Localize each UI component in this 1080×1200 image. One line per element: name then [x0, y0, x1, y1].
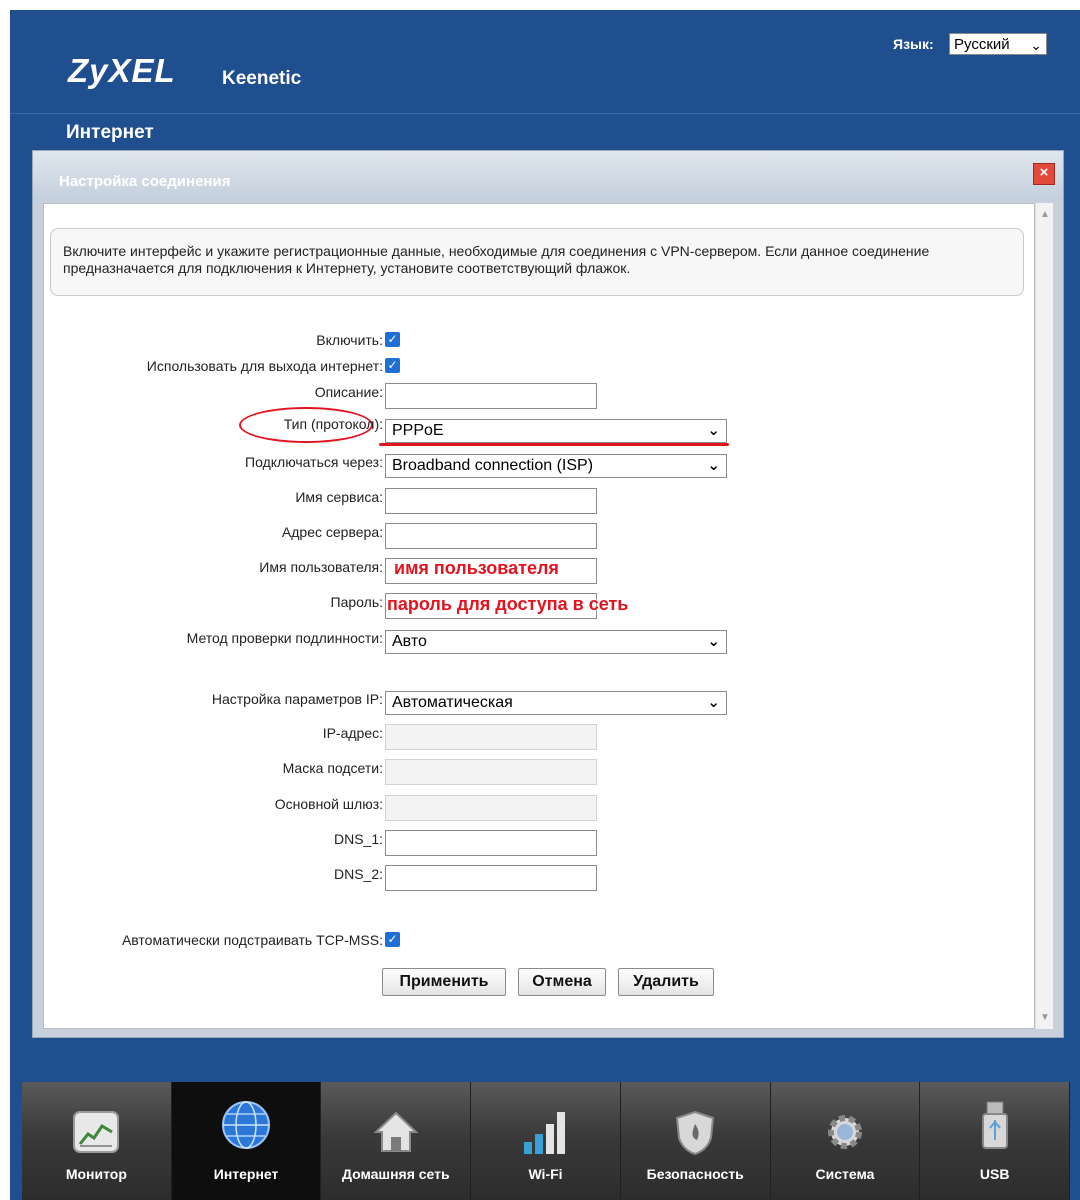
- dns2-label: DNS_2:: [333, 866, 383, 882]
- use-internet-checkbox[interactable]: ✓: [385, 358, 400, 373]
- auth-method-select[interactable]: Авто ⌄: [385, 630, 727, 654]
- auth-method-label: Метод проверки подлинности:: [186, 630, 383, 646]
- chevron-down-icon: ⌄: [707, 422, 720, 439]
- type-select-value: PPPoE: [392, 422, 444, 439]
- connect-via-select[interactable]: Broadband connection (ISP) ⌄: [385, 454, 727, 478]
- nav-item-usb[interactable]: USB: [920, 1082, 1071, 1200]
- chevron-down-icon: ⌄: [1030, 37, 1042, 53]
- nav-item-home-network[interactable]: Домашняя сеть: [321, 1082, 472, 1200]
- service-name-input[interactable]: [385, 488, 597, 514]
- description-label: Описание:: [314, 384, 383, 400]
- nav-item-wifi[interactable]: Wi-Fi: [471, 1082, 621, 1200]
- cancel-button[interactable]: Отмена: [518, 968, 606, 996]
- zyxel-logo: ZyXEL: [68, 52, 176, 89]
- password-label: Пароль:: [330, 594, 383, 610]
- nav-item-label: Система: [815, 1166, 875, 1182]
- page-title: Интернет: [66, 122, 154, 143]
- dialog-scrollbar[interactable]: ▲ ▼: [1035, 203, 1053, 1029]
- subnet-mask-input: [385, 759, 597, 785]
- gateway-label: Основной шлюз:: [274, 796, 383, 812]
- dialog-body: Включите интерфейс и укажите регистрацио…: [43, 203, 1035, 1029]
- language-select-value: Русский: [954, 36, 1010, 53]
- signal-bars-icon: [523, 1112, 565, 1154]
- description-input[interactable]: [385, 383, 597, 409]
- nav-item-security[interactable]: Безопасность: [620, 1082, 771, 1200]
- username-label: Имя пользователя:: [259, 559, 383, 575]
- enable-checkbox[interactable]: ✓: [385, 332, 400, 347]
- bottom-nav: Монитор Интернет Домашняя сеть Wi-Fi Без…: [22, 1082, 1071, 1200]
- language-select[interactable]: Русский ⌄: [949, 33, 1047, 55]
- dialog-title: Настройка соединения: [59, 173, 231, 190]
- type-select[interactable]: PPPoE ⌄: [385, 419, 727, 443]
- nav-item-label: Домашняя сеть: [341, 1166, 450, 1182]
- chevron-down-icon: ⌄: [707, 457, 720, 474]
- connect-via-select-value: Broadband connection (ISP): [392, 457, 594, 474]
- close-icon[interactable]: ×: [1033, 163, 1055, 185]
- password-annotation: пароль для доступа в сеть: [387, 594, 629, 614]
- tcp-mss-checkbox[interactable]: ✓: [385, 932, 400, 947]
- nav-item-label: USB: [979, 1166, 1010, 1182]
- enable-label: Включить:: [316, 332, 383, 348]
- dns1-label: DNS_1:: [333, 831, 383, 847]
- info-box: Включите интерфейс и укажите регистрацио…: [50, 228, 1024, 296]
- ip-settings-select-value: Автоматическая: [392, 694, 513, 711]
- nav-item-label: Интернет: [213, 1166, 279, 1182]
- nav-item-label: Безопасность: [646, 1166, 744, 1182]
- home-icon: [373, 1111, 419, 1152]
- ip-address-label: IP-адрес:: [322, 725, 383, 741]
- monitor-chart-icon: [73, 1111, 120, 1153]
- username-annotation: имя пользователя: [394, 558, 559, 578]
- nav-item-label: Монитор: [65, 1166, 127, 1182]
- ip-address-input: [385, 724, 597, 750]
- dns1-input[interactable]: [385, 830, 597, 856]
- scroll-down-icon[interactable]: ▼: [1040, 1012, 1050, 1023]
- chevron-down-icon: ⌄: [707, 633, 720, 650]
- server-address-label: Адрес сервера:: [281, 524, 383, 540]
- chevron-down-icon: ⌄: [707, 694, 720, 711]
- tcp-mss-label: Автоматически подстраивать TCP-MSS:: [121, 932, 383, 948]
- usb-drive-icon: [981, 1101, 1008, 1149]
- connect-via-label: Подключаться через:: [245, 454, 383, 470]
- nav-item-label: Wi-Fi: [528, 1166, 563, 1182]
- globe-icon: [222, 1101, 271, 1149]
- app-frame: ZyXEL Keenetic Язык: Русский ⌄ Интернет …: [10, 10, 1080, 1200]
- connection-settings-dialog: Настройка соединения × Включите интерфей…: [32, 150, 1064, 1038]
- apply-button[interactable]: Применить: [382, 968, 506, 996]
- delete-button[interactable]: Удалить: [618, 968, 714, 996]
- gear-icon: [827, 1115, 862, 1149]
- ip-settings-label: Настройка параметров IP:: [211, 691, 383, 707]
- shield-icon: [676, 1110, 715, 1156]
- subnet-mask-label: Маска подсети:: [282, 760, 383, 776]
- ip-settings-select[interactable]: Автоматическая ⌄: [385, 691, 727, 715]
- dns2-input[interactable]: [385, 865, 597, 891]
- product-name: Keenetic: [222, 68, 302, 89]
- use-internet-label: Использовать для выхода интернет:: [146, 358, 383, 374]
- nav-item-internet[interactable]: Интернет: [171, 1082, 322, 1200]
- gateway-input: [385, 795, 597, 821]
- dialog-titlebar[interactable]: Настройка соединения ×: [33, 151, 1063, 201]
- scroll-up-icon[interactable]: ▲: [1040, 209, 1050, 220]
- nav-item-monitor[interactable]: Монитор: [22, 1082, 172, 1200]
- type-label: Тип (протокол):: [283, 416, 383, 432]
- server-address-input[interactable]: [385, 523, 597, 549]
- annotation-underline: [379, 443, 729, 446]
- service-name-label: Имя сервиса:: [295, 489, 383, 505]
- header-divider: [10, 113, 1080, 114]
- language-label: Язык:: [893, 36, 934, 52]
- nav-item-system[interactable]: Система: [770, 1082, 921, 1200]
- auth-method-select-value: Авто: [392, 633, 427, 650]
